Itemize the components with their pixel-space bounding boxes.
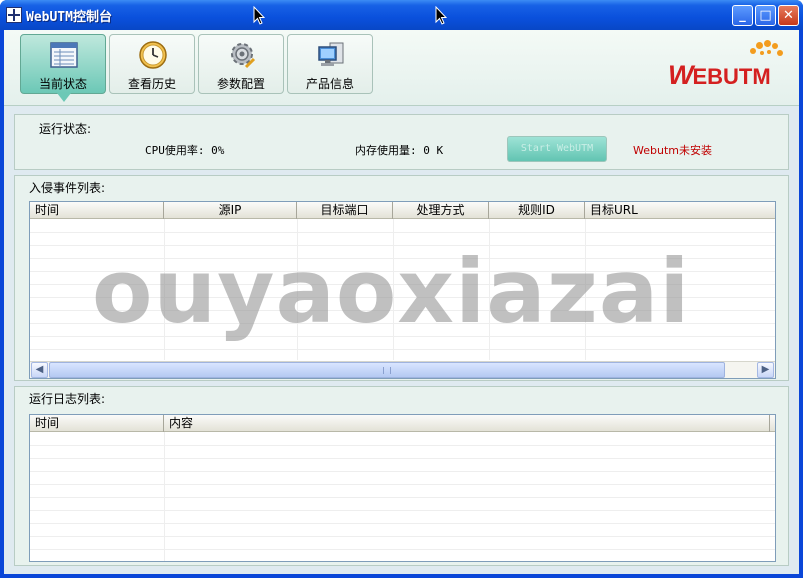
grid-line <box>30 284 775 285</box>
status-label: 运行状态: <box>39 122 92 136</box>
tab-view-history[interactable]: 查看历史 <box>109 34 195 94</box>
toolbar: 当前状态 查看历史 参数配置 产品信息 WEBUTM <box>4 30 799 106</box>
app-window: WebUTM控制台 _ □ ✕ 当前状态 查看历史 参数配置 产品信息 WEBU… <box>0 0 803 578</box>
grid-line <box>30 549 775 550</box>
log-section: 运行日志列表: 时间 内容 <box>14 386 789 566</box>
memory-usage: 内存使用量: 0 K <box>355 144 444 157</box>
column-header[interactable]: 目标端口 <box>297 202 393 219</box>
cpu-usage: CPU使用率: 0% <box>145 144 225 157</box>
tab-current-status[interactable]: 当前状态 <box>20 34 106 102</box>
status-panel: 运行状态: CPU使用率: 0% 内存使用量: 0 K Start WebUTM… <box>14 114 789 170</box>
grid-line <box>30 323 775 324</box>
webutm-logo: WEBUTM <box>664 38 794 91</box>
logo-first-letter: W <box>668 60 694 90</box>
grid-line <box>30 336 775 337</box>
tab-parameter-config[interactable]: 参数配置 <box>198 34 284 94</box>
grid-line <box>30 297 775 298</box>
table-header: 时间 源IP 目标端口 处理方式 规则ID 目标URL <box>30 202 775 219</box>
tab-label: 当前状态 <box>38 77 87 91</box>
grid-line <box>585 219 586 360</box>
logo-rest: EBUTM <box>692 64 771 89</box>
column-header[interactable]: 处理方式 <box>393 202 489 219</box>
tab-product-info[interactable]: 产品信息 <box>287 34 373 94</box>
intrusion-section: 入侵事件列表: 时间 源IP 目标端口 处理方式 规则ID 目标URL ◀ ▶ <box>14 175 789 381</box>
scroll-thumb[interactable] <box>49 362 725 378</box>
log-list-label: 运行日志列表: <box>29 392 106 406</box>
list-panel-icon <box>50 42 78 68</box>
grid-line <box>30 245 775 246</box>
minimize-button[interactable]: _ <box>732 5 753 26</box>
intrusion-table[interactable]: 时间 源IP 目标端口 处理方式 规则ID 目标URL ◀ ▶ <box>29 201 776 379</box>
column-header[interactable]: 规则ID <box>489 202 585 219</box>
grid-line <box>393 219 394 360</box>
logo-text: WEBUTM <box>668 60 771 91</box>
tab-label: 产品信息 <box>305 77 354 91</box>
grid-line <box>297 219 298 360</box>
grid-line <box>30 510 775 511</box>
intrusion-list-label: 入侵事件列表: <box>29 181 106 195</box>
scroll-grip-icon <box>383 367 391 374</box>
clock-icon <box>139 41 167 69</box>
close-button[interactable]: ✕ <box>778 5 799 26</box>
grid-line <box>489 219 490 360</box>
log-table[interactable]: 时间 内容 <box>29 414 776 562</box>
grid-line <box>30 445 775 446</box>
grid-line <box>30 349 775 350</box>
horizontal-scrollbar[interactable]: ◀ ▶ <box>30 361 775 378</box>
grid-line <box>30 471 775 472</box>
grid-line <box>30 232 775 233</box>
tab-label: 参数配置 <box>216 77 265 91</box>
column-header[interactable]: 目标URL <box>585 202 775 219</box>
grid-line <box>30 497 775 498</box>
grid-line <box>30 258 775 259</box>
grid-line <box>30 536 775 537</box>
column-header[interactable]: 内容 <box>164 415 770 432</box>
close-icon: ✕ <box>783 8 794 23</box>
app-icon[interactable] <box>6 7 22 23</box>
install-status-message: Webutm未安装 <box>633 144 712 157</box>
client-area: 当前状态 查看历史 参数配置 产品信息 WEBUTM 运行状态: CPU使用率:… <box>4 30 799 574</box>
column-header[interactable]: 时间 <box>30 415 164 432</box>
window-title: WebUTM控制台 <box>26 10 112 25</box>
grid-line <box>164 219 165 360</box>
grid-line <box>30 484 775 485</box>
tab-label: 查看历史 <box>127 77 176 91</box>
scroll-right-button[interactable]: ▶ <box>757 362 774 378</box>
minimize-icon: _ <box>739 8 746 23</box>
gear-icon <box>231 43 256 69</box>
title-bar[interactable]: WebUTM控制台 _ □ ✕ <box>0 0 803 30</box>
scroll-left-button[interactable]: ◀ <box>31 362 48 378</box>
grid-line <box>30 523 775 524</box>
table-header: 时间 内容 <box>30 415 775 432</box>
start-webutm-button[interactable]: Start WebUTM <box>507 136 607 162</box>
column-header[interactable]: 源IP <box>164 202 297 219</box>
grid-line <box>30 271 775 272</box>
maximize-button[interactable]: □ <box>755 5 776 26</box>
grid-line <box>30 310 775 311</box>
grid-line <box>30 458 775 459</box>
computer-icon <box>318 42 344 66</box>
maximize-icon: □ <box>759 8 772 23</box>
column-header[interactable]: 时间 <box>30 202 164 219</box>
